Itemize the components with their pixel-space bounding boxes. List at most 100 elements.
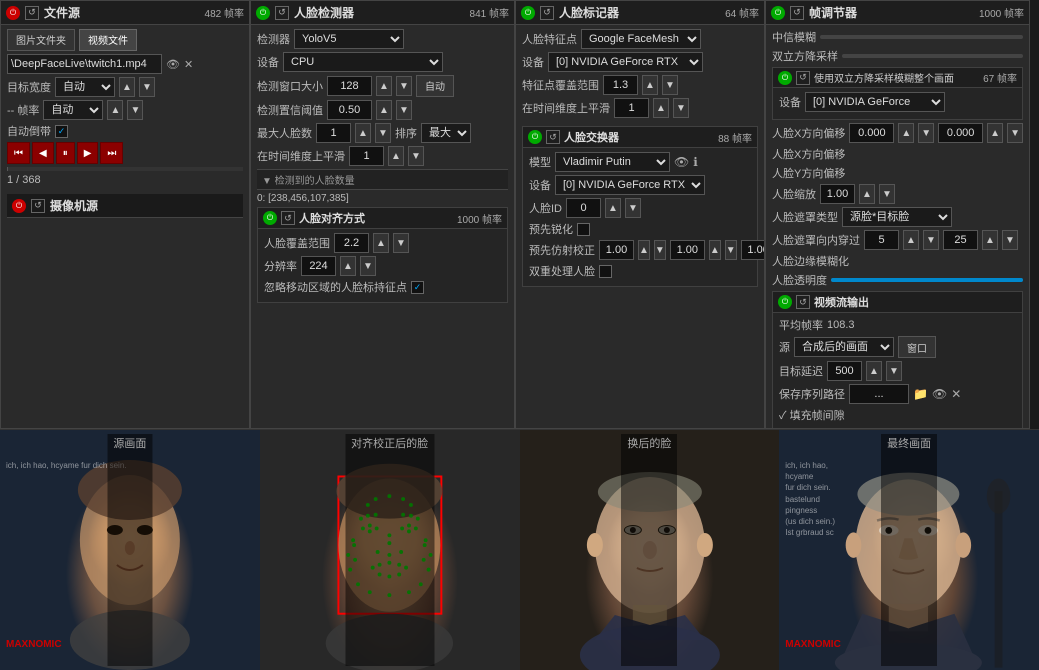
pre-sharpen-checkbox[interactable] [577,223,590,236]
ignore-checkbox[interactable]: ✓ [411,281,424,294]
max-faces-spin-up[interactable]: ▲ [355,123,371,143]
x-offset-spin-down[interactable]: ▼ [918,123,934,143]
face-id-input[interactable] [566,198,601,218]
resolution-spin-down[interactable]: ▼ [360,256,376,276]
file-source-refresh[interactable]: ↺ [25,6,39,20]
target-width-select[interactable]: 自动 [55,77,115,97]
threshold-input[interactable] [327,100,372,120]
folder-icon-save[interactable]: 📁 [913,387,928,401]
delay-spin-down[interactable]: ▼ [886,361,902,381]
play-pause-btn[interactable]: ⏸ [56,142,75,164]
stream-power[interactable]: ⏻ [778,295,792,309]
swapper-device-select[interactable]: [0] NVIDIA GeForce RTX [555,175,705,195]
file-source-power[interactable]: ⏻ [6,6,20,20]
border-left-spin-down[interactable]: ▼ [923,230,939,250]
window-size-spin-up[interactable]: ▲ [376,76,392,96]
sort-select[interactable]: 最大 [421,123,471,143]
save-input[interactable] [849,384,909,404]
bilateral-power[interactable]: ⏻ [778,71,792,85]
file-path-input[interactable] [7,54,162,74]
filter-select[interactable]: 源脸*目标脸 [842,207,952,227]
marker-smooth-spin-down[interactable]: ▼ [673,98,689,118]
affine-x-spin-down[interactable]: ▼ [654,240,666,260]
bilateral-refresh[interactable]: ↺ [796,71,810,85]
camera-refresh[interactable]: ↺ [31,199,45,213]
info-icon-swapper[interactable]: ℹ [693,155,698,169]
close-icon-file[interactable]: ✕ [184,58,193,71]
count-divider[interactable]: ▼ 检测到的人脸数量 [257,169,508,190]
dual-checkbox[interactable] [599,265,612,278]
y-offset-input[interactable] [938,123,983,143]
model-select[interactable]: Vladimir Putin [555,152,670,172]
x-offset-spin-up[interactable]: ▲ [898,123,914,143]
skip-forward-btn[interactable]: ⏭ [100,142,123,164]
window-size-input[interactable] [327,76,372,96]
device-select[interactable]: CPU [283,52,443,72]
max-faces-spin-down[interactable]: ▼ [375,123,391,143]
face-id-spin-up[interactable]: ▲ [605,198,621,218]
face-detector-refresh[interactable]: ↺ [275,6,289,20]
y-offset-spin-up[interactable]: ▲ [987,123,1003,143]
smooth-spin-down[interactable]: ▼ [408,146,424,166]
window-size-spin-down[interactable]: ▼ [396,76,412,96]
marker-smooth-spin-up[interactable]: ▲ [653,98,669,118]
median-slider[interactable] [820,35,1023,39]
stream-refresh[interactable]: ↺ [796,295,810,309]
face-marker-refresh[interactable]: ↺ [540,6,554,20]
affine-y-input[interactable] [670,240,705,260]
camera-power[interactable]: ⏻ [12,199,26,213]
resolution-input[interactable] [301,256,336,276]
landmark-select[interactable]: Google FaceMesh [581,29,701,49]
swapper-refresh[interactable]: ↺ [546,130,560,144]
marker-range-spin-up[interactable]: ▲ [642,75,658,95]
threshold-spin-down[interactable]: ▼ [396,100,412,120]
bilateral-device-select[interactable]: [0] NVIDIA GeForce [805,92,945,112]
border-right-spin-down[interactable]: ▼ [1002,230,1018,250]
affine-z-input[interactable] [741,240,765,260]
affine-x-spin-up[interactable]: ▲ [638,240,650,260]
auto-btn[interactable]: 自动 [416,75,454,97]
affine-y-spin-down[interactable]: ▼ [725,240,737,260]
detector-select[interactable]: YoloV5 [294,29,404,49]
scale-spin-down[interactable]: ▼ [879,184,895,204]
align-power[interactable]: ⏻ [263,211,277,225]
video-file-btn[interactable]: 视频文件 [79,29,137,51]
threshold-spin-up[interactable]: ▲ [376,100,392,120]
image-folder-btn[interactable]: 图片文件夹 [7,29,75,51]
y-offset-spin-down[interactable]: ▼ [1007,123,1023,143]
coverage-input[interactable] [334,233,369,253]
delay-spin-up[interactable]: ▲ [866,361,882,381]
opacity-slider[interactable] [831,278,1023,282]
marker-smooth-input[interactable] [614,98,649,118]
face-detector-power[interactable]: ⏻ [256,6,270,20]
coverage-spin-down[interactable]: ▼ [393,233,409,253]
x-offset-input[interactable] [849,123,894,143]
fps-spin-up[interactable]: ▲ [107,100,123,120]
marker-range-input[interactable] [603,75,638,95]
affine-x-input[interactable] [599,240,634,260]
align-refresh[interactable]: ↺ [281,211,295,225]
max-faces-input[interactable] [316,123,351,143]
adjuster-refresh[interactable]: ↺ [790,6,804,20]
border-left-spin-up[interactable]: ▲ [903,230,919,250]
swapper-power[interactable]: ⏻ [528,130,542,144]
affine-y-spin-up[interactable]: ▲ [709,240,721,260]
scale-input[interactable] [820,184,855,204]
fps-select[interactable]: 自动 [43,100,103,120]
coverage-spin-up[interactable]: ▲ [373,233,389,253]
skip-back-btn[interactable]: ⏮ [7,142,30,164]
adjuster-power[interactable]: ⏻ [771,6,785,20]
marker-range-spin-down[interactable]: ▼ [662,75,678,95]
next-frame-btn[interactable]: ▶ [77,142,99,164]
eye-icon-swapper[interactable]: 👁 [674,155,689,169]
close-icon-save[interactable]: ✕ [951,387,961,401]
smooth-spin-up[interactable]: ▲ [388,146,404,166]
smooth-input[interactable] [349,146,384,166]
eye-icon-file[interactable]: 👁 [166,58,180,71]
face-marker-power[interactable]: ⏻ [521,6,535,20]
target-width-spin-up[interactable]: ▲ [119,77,135,97]
eye-icon-save[interactable]: 👁 [932,387,947,401]
delay-input[interactable] [827,361,862,381]
border-right-spin-up[interactable]: ▲ [982,230,998,250]
window-btn[interactable]: 窗口 [898,336,936,358]
